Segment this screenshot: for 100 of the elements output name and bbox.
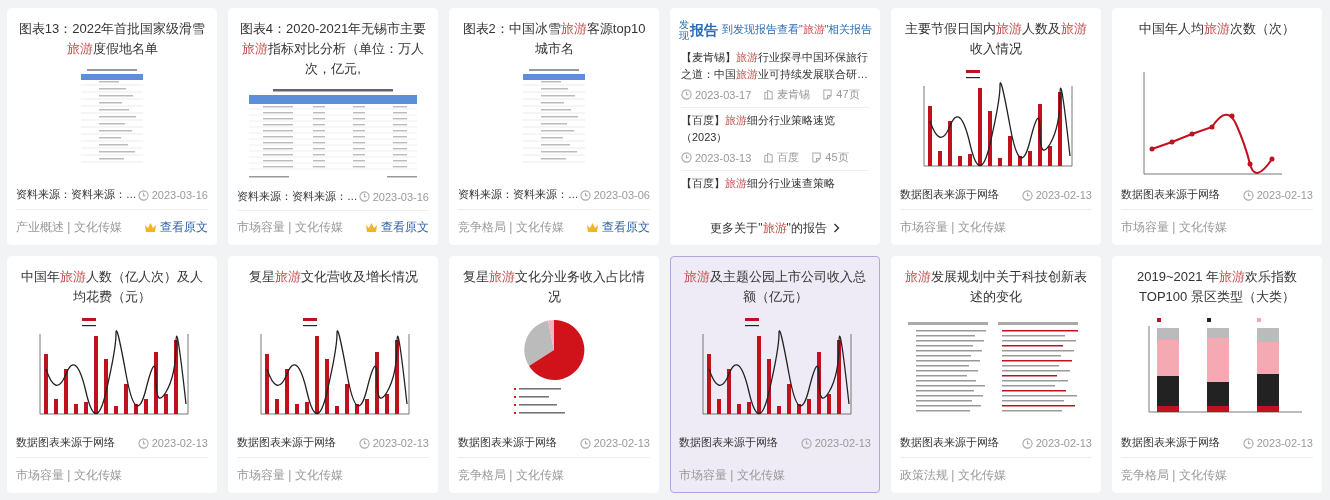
bar: [747, 402, 751, 414]
legend-key: [1207, 318, 1211, 322]
bar: [385, 394, 389, 414]
bar: [335, 406, 339, 414]
report-card[interactable]: 复星旅游文化分业务收入占比情况 数据图表来源于网络 2023-02-13 竞争格局 | 文化传媒: [449, 256, 659, 493]
bar: [74, 404, 78, 414]
bar: [355, 404, 359, 414]
page-icon: [811, 152, 823, 163]
bar: [988, 111, 992, 166]
date-text: 2023-03-06: [593, 189, 650, 201]
category-tags: 产业概述 | 文化传媒: [16, 218, 122, 236]
bar: [275, 399, 279, 414]
view-original-link[interactable]: 查看原文: [365, 219, 429, 237]
bar: [365, 399, 369, 414]
bar: [124, 384, 128, 414]
date-text: 2023-03-16: [372, 190, 429, 203]
card-title[interactable]: 图表4：2020-2021年无锡市主要 旅游指标对比分析（单位：万人次，亿元,: [229, 9, 437, 78]
card-title[interactable]: 复星旅游文化分业务收入占比情况: [450, 257, 658, 307]
page-count: 45页: [825, 150, 849, 165]
bar: [787, 384, 791, 414]
page-icon: [822, 89, 834, 100]
more-reports-link[interactable]: 更多关于"旅游"的报告: [710, 219, 840, 237]
date-text: 2023-02-13: [1035, 437, 1092, 449]
clock-icon: [1242, 189, 1254, 201]
source-text: 资料来源：资料来源：…: [458, 188, 579, 202]
report-card[interactable]: 中国年人均旅游次数（次） 数据图表来源于网络 2023-02-13 市场容量 | 文化传媒: [1112, 8, 1322, 245]
report-card[interactable]: 图表2：中国冰雪旅游客源top10城市名 资料来源：资料来源：… 2023-03-06 竞争格局 | 文化传媒 查看原文: [449, 8, 659, 245]
clock-icon: [137, 437, 149, 449]
data-point: [1247, 161, 1253, 167]
card-title[interactable]: 复星旅游文化营收及增长情况: [229, 257, 437, 307]
clock-icon: [579, 189, 591, 201]
category-tags: 市场容量 | 文化传媒: [1121, 218, 1227, 236]
legend-key: [82, 318, 96, 321]
bar: [44, 354, 48, 414]
report-header-link[interactable]: 到发现报告查看"旅游"相关报告: [722, 23, 873, 37]
report-title[interactable]: 【麦肯锡】旅游行业探寻中国环保旅行之道：中国旅游业可持续发展联合研…: [681, 49, 869, 83]
report-card[interactable]: 图表4：2020-2021年无锡市主要 旅游指标对比分析（单位：万人次，亿元, 资料来源：资料来源：… 2023-03-16 市场容量 | 文化传媒 查看原文: [228, 8, 438, 245]
date-text: 2023-03-13: [695, 151, 752, 164]
card-title[interactable]: 主要节假日国内旅游人数及旅游 收入情况: [892, 9, 1100, 59]
view-original-link[interactable]: 查看原文: [144, 218, 208, 236]
card-title[interactable]: 2019~2021 年旅游欢乐指数 TOP100 景区类型（大类）: [1113, 257, 1321, 307]
bar: [295, 404, 299, 414]
bar: [817, 352, 821, 414]
data-point: [1149, 146, 1155, 152]
date-text: 2023-02-13: [1256, 189, 1313, 201]
publisher-text: 百度: [777, 150, 800, 165]
bar: [154, 352, 158, 414]
category-tags: 竞争格局 | 文化传媒: [458, 466, 564, 484]
legend-key: [745, 318, 759, 321]
bar: [134, 404, 138, 414]
data-point: [1189, 131, 1195, 137]
bar: [164, 394, 168, 414]
clock-icon: [137, 189, 149, 201]
card-title[interactable]: 图表13：2022年首批国家级滑雪 旅游度假地名单: [8, 9, 216, 59]
view-original-link[interactable]: 查看原文: [586, 218, 650, 236]
card-title[interactable]: 旅游发展规划中关于科技创新表述的变化: [892, 257, 1100, 307]
crown-icon: [586, 221, 599, 233]
clock-icon: [579, 437, 591, 449]
card-title[interactable]: 中国年旅游人数（亿人次）及人均花费（元）: [8, 257, 216, 307]
report-card[interactable]: 旅游及主题公园上市公司收入总额（亿元） 数据图表来源于网络 2023-02-13 市场容量 | 文化传媒: [670, 256, 880, 493]
report-card[interactable]: 复星旅游文化营收及增长情况 数据图表来源于网络 2023-02-13 市场容量 | 文化传媒: [228, 256, 438, 493]
text-line: [519, 412, 565, 414]
report-title[interactable]: 【百度】旅游细分行业速查策略: [681, 175, 869, 192]
bar: [707, 354, 711, 414]
legend-key: [303, 318, 317, 321]
building-icon: [763, 89, 775, 100]
bar: [717, 399, 721, 414]
bar: [325, 359, 329, 414]
bar: [777, 406, 781, 414]
report-card[interactable]: 中国年旅游人数（亿人次）及人均花费（元） 数据图表来源于网络 2023-02-13 市场容量 | 文化传媒: [7, 256, 217, 493]
text-line: [519, 388, 561, 390]
bar: [958, 156, 962, 166]
bar: [144, 399, 148, 414]
card-title[interactable]: 旅游及主题公园上市公司收入总额（亿元）: [671, 257, 879, 307]
report-card[interactable]: 主要节假日国内旅游人数及旅游 收入情况 数据图表来源于网络 2023-02-13 市场容量 | 文化传媒: [891, 8, 1101, 245]
clock-icon: [1021, 189, 1033, 201]
report-card[interactable]: 图表13：2022年首批国家级滑雪 旅游度假地名单 资料来源：资料来源：… 2023-03-16 产业概述 | 文化传媒 查看原文: [7, 8, 217, 245]
source-text: 数据图表来源于网络: [1121, 188, 1220, 202]
clock-icon: [681, 152, 692, 163]
data-point: [1169, 139, 1175, 145]
report-card[interactable]: 2019~2021 年旅游欢乐指数 TOP100 景区类型（大类） 数据图表来源于网络 2023-02-13 竞争格局 | 文化传媒: [1112, 256, 1322, 493]
bar: [968, 154, 972, 166]
report-card[interactable]: 旅游发展规划中关于科技创新表述的变化 数据图表来源于网络 2023-02-13 政策法规 | 文化传媒: [891, 256, 1101, 493]
card-title[interactable]: 中国年人均旅游次数（次）: [1113, 9, 1321, 59]
data-point: [1209, 124, 1215, 130]
report-title[interactable]: 【百度】旅游细分行业策略速览（2023）: [681, 112, 869, 146]
bar: [104, 359, 108, 414]
bar: [797, 404, 801, 414]
card-title[interactable]: 图表2：中国冰雪旅游客源top10城市名: [450, 9, 658, 59]
bar: [727, 369, 731, 414]
bar: [1008, 136, 1012, 166]
bar: [54, 399, 58, 414]
crown-icon: [365, 222, 378, 234]
bar: [375, 352, 379, 414]
clock-icon: [800, 437, 812, 449]
bar: [114, 406, 118, 414]
legend-key: [1257, 318, 1261, 322]
category-tags: 竞争格局 | 文化传媒: [1121, 466, 1227, 484]
source-text: 数据图表来源于网络: [679, 436, 778, 450]
legend-key: [1157, 318, 1161, 322]
